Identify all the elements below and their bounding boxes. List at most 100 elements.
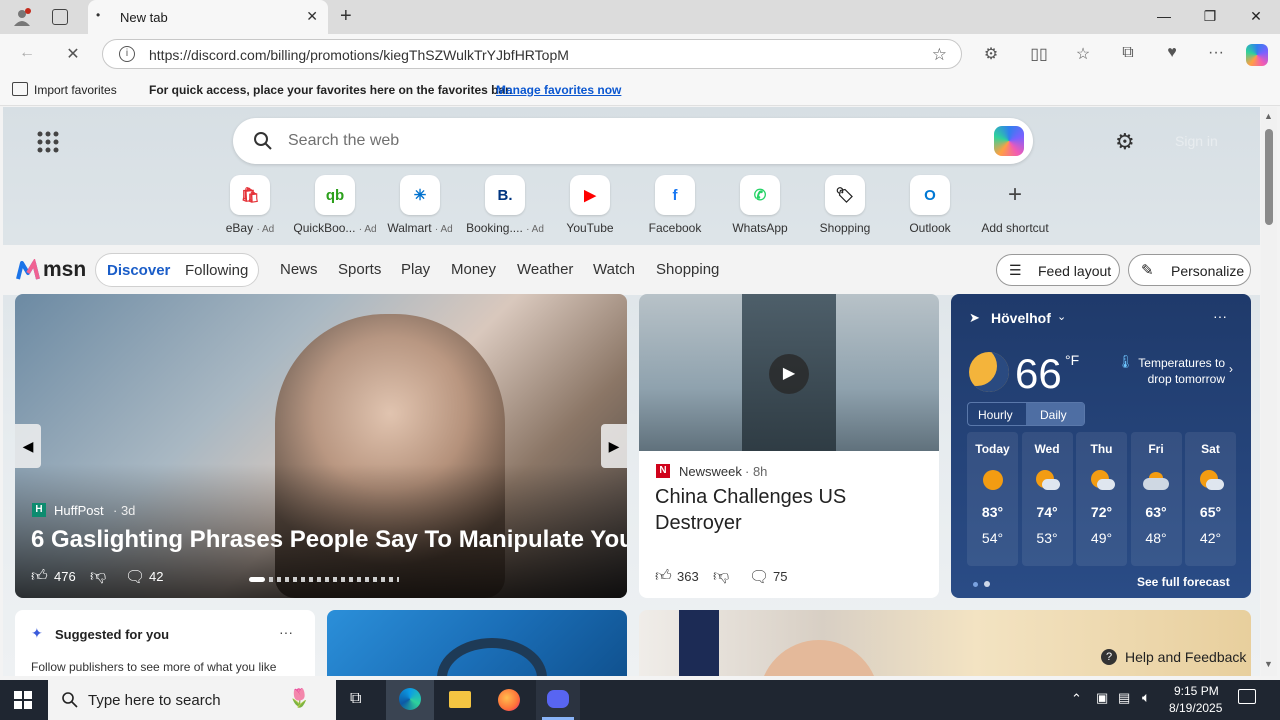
forecast-day[interactable]: Today 83° 54° xyxy=(967,432,1018,566)
story-card-game[interactable] xyxy=(327,610,627,676)
new-tab-button[interactable]: + xyxy=(340,5,352,28)
tray-chevron-icon[interactable]: ⌃ xyxy=(1071,691,1082,707)
browser-essentials-icon[interactable]: ♥ xyxy=(1161,44,1183,62)
temp-unit[interactable]: °F xyxy=(1065,352,1079,368)
tab-actions-icon[interactable] xyxy=(52,9,68,25)
file-explorer-icon[interactable] xyxy=(449,691,471,708)
mode-hourly[interactable]: Hourly xyxy=(978,408,1013,422)
network-icon[interactable]: ▤ xyxy=(1118,690,1130,706)
hero-story-card[interactable]: ◀ ▶ H HuffPost · 3d 6 Gaslighting Phrase… xyxy=(15,294,627,598)
weather-card[interactable]: ➤ Hövelhof ⌄ ··· 66 °F 🌡︎ Temperatures t… xyxy=(951,294,1251,598)
close-tab-icon[interactable]: ✕ xyxy=(306,8,318,25)
task-view-icon[interactable]: ⧉ xyxy=(350,690,361,708)
dislike-icon[interactable]: 👎︎ xyxy=(713,567,729,586)
shortcut-quickbooks[interactable]: qb QuickBoo... · Ad xyxy=(292,175,378,235)
import-favorites-icon[interactable] xyxy=(12,82,28,96)
tray-device-icon[interactable]: ▣ xyxy=(1096,690,1108,706)
reload-stop-icon[interactable]: ✕ xyxy=(62,44,84,64)
story2-source[interactable]: Newsweek xyxy=(679,464,742,479)
weather-location[interactable]: Hövelhof xyxy=(991,310,1051,326)
restore-icon[interactable]: ❐ xyxy=(1200,8,1220,25)
more-menu-icon[interactable]: ··· xyxy=(1205,44,1227,62)
see-full-forecast-link[interactable]: See full forecast xyxy=(1137,575,1230,589)
copilot-search-icon[interactable] xyxy=(994,126,1024,156)
page-scrollbar[interactable]: ▲ ▼ xyxy=(1261,107,1277,676)
import-favorites-link[interactable]: Import favorites xyxy=(34,83,117,97)
story-card-newsweek[interactable]: ▶ N Newsweek · 8h China Challenges US De… xyxy=(639,294,939,598)
nav-money[interactable]: Money xyxy=(451,261,496,278)
extensions-icon[interactable]: ⚙ xyxy=(980,44,1002,64)
nav-weather[interactable]: Weather xyxy=(517,261,573,278)
nav-shopping[interactable]: Shopping xyxy=(656,261,719,278)
shortcut-ebay[interactable]: 🛍 eBay · Ad xyxy=(207,175,293,235)
favorites-icon[interactable]: ☆ xyxy=(1072,44,1094,64)
carousel-next-button[interactable]: ▶ xyxy=(601,424,627,468)
alert-chevron-icon[interactable]: › xyxy=(1229,362,1233,376)
app-launcher-icon[interactable] xyxy=(37,131,59,153)
profile-icon[interactable] xyxy=(12,7,32,27)
comment-icon[interactable]: 🗨︎ xyxy=(125,567,145,587)
address-bar[interactable]: i https://discord.com/billing/promotions… xyxy=(102,39,962,69)
help-feedback-button[interactable]: ? Help and Feedback xyxy=(1095,646,1255,670)
play-video-button[interactable]: ▶ xyxy=(769,354,809,394)
like-icon[interactable]: 👍︎ xyxy=(31,567,48,586)
personalize-button[interactable]: ✎ Personalize xyxy=(1128,254,1251,286)
shortcut-whatsapp[interactable]: ✆ WhatsApp xyxy=(717,175,803,235)
shortcut-booking[interactable]: B. Booking.... · Ad xyxy=(462,175,548,235)
nav-watch[interactable]: Watch xyxy=(593,261,635,278)
clock-time[interactable]: 9:15 PM xyxy=(1174,684,1219,698)
favorite-star-icon[interactable]: ☆ xyxy=(932,45,947,65)
edge-taskbar-icon[interactable] xyxy=(386,680,434,720)
web-search-box[interactable]: Search the web xyxy=(233,118,1033,164)
site-info-icon[interactable]: i xyxy=(119,46,135,62)
weather-alert[interactable]: Temperatures to drop tomorrow xyxy=(1131,355,1225,387)
shortcut-outlook[interactable]: O Outlook xyxy=(887,175,973,235)
notifications-icon[interactable] xyxy=(1238,689,1256,704)
sign-in-link[interactable]: Sign in xyxy=(1175,133,1218,149)
start-windows-icon[interactable] xyxy=(14,691,32,709)
tab-new-tab[interactable]: • New tab ✕ xyxy=(88,0,328,34)
manage-favorites-link[interactable]: Manage favorites now xyxy=(496,83,621,97)
tab-following[interactable]: Following xyxy=(185,262,248,279)
nav-sports[interactable]: Sports xyxy=(338,261,381,278)
feed-layout-button[interactable]: ☰ Feed layout xyxy=(996,254,1120,286)
scroll-down-icon[interactable]: ▼ xyxy=(1264,659,1273,669)
shortcut-facebook[interactable]: f Facebook xyxy=(632,175,718,235)
shortcut-youtube[interactable]: ▶ YouTube xyxy=(547,175,633,235)
weather-more-icon[interactable]: ··· xyxy=(1213,308,1227,324)
nav-news[interactable]: News xyxy=(280,261,318,278)
split-screen-icon[interactable]: ▯▯ xyxy=(1028,44,1050,64)
minimize-icon[interactable]: — xyxy=(1154,8,1174,24)
dislike-icon[interactable]: 👎︎ xyxy=(90,567,106,586)
carousel-indicator[interactable] xyxy=(249,577,399,583)
shortcut-walmart[interactable]: ✳ Walmart · Ad xyxy=(377,175,463,235)
forecast-day[interactable]: Sat 65° 42° xyxy=(1185,432,1236,566)
carousel-prev-button[interactable]: ◀ xyxy=(15,424,41,468)
story2-headline[interactable]: China Challenges US Destroyer xyxy=(655,484,905,536)
msn-logo-icon[interactable] xyxy=(16,257,40,281)
firefox-icon[interactable] xyxy=(498,689,520,711)
suggested-more-icon[interactable]: ··· xyxy=(279,624,293,640)
shortcut-plus[interactable]: + Add shortcut xyxy=(972,175,1058,235)
hero-headline[interactable]: 6 Gaslighting Phrases People Say To Mani… xyxy=(31,526,627,554)
location-chevron-icon[interactable]: ⌄ xyxy=(1057,310,1066,323)
collections-icon[interactable]: ⧉ xyxy=(1117,44,1139,62)
copilot-icon[interactable] xyxy=(1246,44,1268,66)
comment-icon[interactable]: 🗨︎ xyxy=(749,567,769,587)
volume-icon[interactable]: 🔈︎ xyxy=(1142,689,1150,706)
scroll-up-icon[interactable]: ▲ xyxy=(1264,111,1273,121)
taskbar-search-box[interactable]: Type here to search 🌷 xyxy=(48,680,336,720)
mode-daily[interactable]: Daily xyxy=(1040,408,1067,422)
forecast-day[interactable]: Thu 72° 49° xyxy=(1076,432,1127,566)
tab-discover[interactable]: Discover xyxy=(107,262,170,279)
scroll-thumb[interactable] xyxy=(1265,129,1273,225)
settings-gear-icon[interactable]: ⚙ xyxy=(1115,129,1135,155)
close-window-icon[interactable]: ✕ xyxy=(1246,8,1266,25)
discord-taskbar-icon[interactable] xyxy=(536,680,580,720)
back-icon[interactable]: ← xyxy=(16,44,38,62)
shortcut-shopping-tag[interactable]: 🏷 Shopping xyxy=(802,175,888,235)
forecast-day[interactable]: Wed 74° 53° xyxy=(1021,432,1073,566)
clock-date[interactable]: 8/19/2025 xyxy=(1169,701,1222,715)
nav-play[interactable]: Play xyxy=(401,261,430,278)
hero-source[interactable]: HuffPost xyxy=(54,503,104,518)
